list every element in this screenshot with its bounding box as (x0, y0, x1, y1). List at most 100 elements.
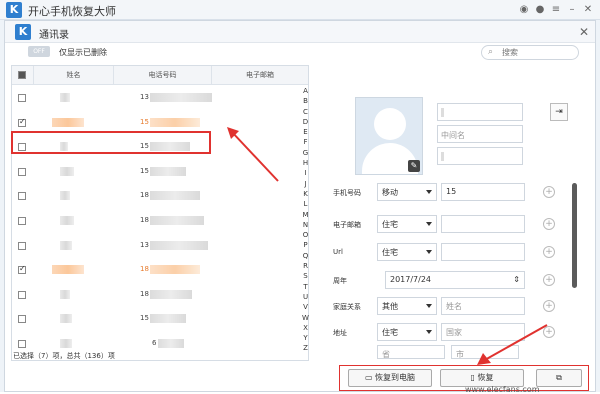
edit-avatar-icon[interactable]: ✎ (408, 160, 420, 172)
alphabet-letter[interactable]: F (301, 137, 310, 147)
alphabet-letter[interactable]: Y (301, 333, 310, 343)
restore-to-pc-label: 恢复到电脑 (375, 373, 416, 382)
alphabet-letter[interactable]: O (301, 230, 310, 240)
header-phone[interactable]: 电话号码 (114, 66, 212, 85)
wechat-icon[interactable]: ◉ (518, 4, 530, 16)
show-deleted-toggle[interactable]: OFF (28, 46, 50, 57)
alphabet-letter[interactable]: M (301, 210, 310, 220)
chat-icon[interactable]: ● (534, 4, 546, 16)
row-checkbox[interactable] (18, 241, 26, 250)
add-field-icon[interactable]: + (543, 300, 555, 312)
field-type-select[interactable]: 住宅 (377, 323, 437, 341)
row-checkbox[interactable] (18, 217, 26, 225)
export-icon[interactable]: ⇥ (550, 103, 568, 121)
dialog-header: K 通讯录 ✕ (5, 21, 595, 43)
alphabet-letter[interactable]: B (301, 96, 310, 106)
row-checkbox[interactable] (18, 117, 26, 127)
phone-number (150, 166, 186, 176)
minimize-icon[interactable]: – (566, 4, 578, 16)
contact-avatar[interactable]: ✎ (355, 97, 423, 175)
field-value-input[interactable] (441, 243, 525, 261)
select-all-checkbox[interactable] (18, 71, 26, 79)
close-app-icon[interactable]: ✕ (582, 4, 594, 16)
pc-icon: ▭ (364, 373, 373, 382)
annotation-arrow-left (227, 127, 279, 182)
header-email[interactable]: 电子邮箱 (212, 66, 308, 85)
field-value-input[interactable]: 姓名 (441, 297, 525, 315)
add-field-icon[interactable]: + (543, 274, 555, 286)
add-field-icon[interactable]: + (543, 246, 555, 258)
alphabet-letter[interactable]: N (301, 220, 310, 230)
field-type-select[interactable]: 住宅 (377, 215, 437, 233)
detail-scrollbar[interactable] (572, 183, 577, 288)
alphabet-letter[interactable]: Q (301, 251, 310, 261)
table-row[interactable]: 18 (12, 184, 296, 208)
alphabet-letter[interactable]: L (301, 199, 310, 209)
search-input[interactable] (502, 47, 572, 58)
alphabet-letter[interactable]: K (301, 189, 310, 199)
row-checkbox[interactable] (18, 167, 26, 176)
alphabet-letter[interactable]: G (301, 148, 310, 158)
alphabet-letter[interactable]: V (301, 302, 310, 312)
field-type-select[interactable]: 住宅 (377, 243, 437, 261)
app-logo: K (6, 2, 22, 18)
alphabet-letter[interactable]: E (301, 127, 310, 137)
alphabet-letter[interactable]: R (301, 261, 310, 271)
alphabet-letter[interactable]: I (301, 168, 310, 178)
table-row[interactable]: 18 (12, 283, 296, 307)
date-spin-icon[interactable]: ⇕ (513, 275, 520, 284)
table-header: 姓名 电话号码 电子邮箱 (12, 66, 308, 85)
table-row[interactable]: 18 (12, 209, 296, 233)
alphabet-letter[interactable]: S (301, 271, 310, 281)
row-checkbox[interactable] (18, 94, 26, 102)
table-row[interactable]: 18 (12, 258, 296, 282)
header-name[interactable]: 姓名 (34, 66, 114, 85)
alphabet-letter[interactable]: A (301, 86, 310, 96)
alphabet-letter[interactable]: Z (301, 343, 310, 353)
phone-number (150, 240, 208, 250)
row-checkbox[interactable] (18, 340, 26, 348)
restore-to-pc-button[interactable]: ▭ 恢复到电脑 (348, 369, 432, 387)
alphabet-letter[interactable]: X (301, 323, 310, 333)
add-field-icon[interactable]: + (543, 186, 555, 198)
restore-to-device-label: 恢复 (477, 373, 494, 382)
alphabet-letter[interactable]: C (301, 107, 310, 117)
field-value-input[interactable]: 15 (441, 183, 525, 201)
field-value-input[interactable] (441, 215, 525, 233)
table-row[interactable]: 13 (12, 234, 296, 258)
phone-prefix: 18 (140, 216, 149, 224)
contact-name (52, 117, 84, 127)
table-row[interactable]: 15 (12, 307, 296, 331)
close-dialog-icon[interactable]: ✕ (579, 25, 589, 39)
address-extra-input[interactable]: 省 (377, 345, 445, 359)
alphabet-letter[interactable]: D (301, 117, 310, 127)
last-name-field[interactable] (437, 147, 523, 165)
table-row[interactable]: 13 (12, 86, 296, 110)
dialog-toolbar: OFF 仅显示已删除 ⌕ (5, 43, 595, 63)
middle-name-field[interactable]: 中间名 (437, 125, 523, 143)
dialog-title: 通讯录 (39, 30, 69, 41)
phone-number (158, 339, 184, 348)
alphabet-letter[interactable]: H (301, 158, 310, 168)
app-window: K 开心手机恢复大师 ◉ ● ≡ – ✕ K 通讯录 ✕ OFF 仅显示已删除 … (0, 0, 600, 394)
row-checkbox[interactable] (18, 264, 26, 275)
alphabet-letter[interactable]: P (301, 240, 310, 250)
alphabet-letter[interactable]: T (301, 282, 310, 292)
menu-icon[interactable]: ≡ (550, 4, 562, 16)
row-checkbox[interactable] (18, 290, 26, 299)
selection-highlight-box (11, 131, 211, 154)
more-button[interactable]: ⧉ (536, 369, 582, 387)
add-field-icon[interactable]: + (543, 218, 555, 230)
alphabet-letter[interactable]: W (301, 313, 310, 323)
alphabet-index: ABCDEFGHIJKLMNOPQRSTUVWXYZ (301, 86, 310, 354)
contact-name (60, 166, 74, 176)
alphabet-letter[interactable]: U (301, 292, 310, 302)
row-checkbox[interactable] (18, 192, 26, 201)
field-value-input[interactable]: 2017/7/24 ⇕ (385, 271, 525, 289)
row-checkbox[interactable] (18, 315, 26, 324)
field-type-select[interactable]: 其他 (377, 297, 437, 315)
first-name-field[interactable] (437, 103, 523, 121)
search-box[interactable]: ⌕ (481, 45, 579, 60)
field-type-select[interactable]: 移动 (377, 183, 437, 201)
alphabet-letter[interactable]: J (301, 179, 310, 189)
